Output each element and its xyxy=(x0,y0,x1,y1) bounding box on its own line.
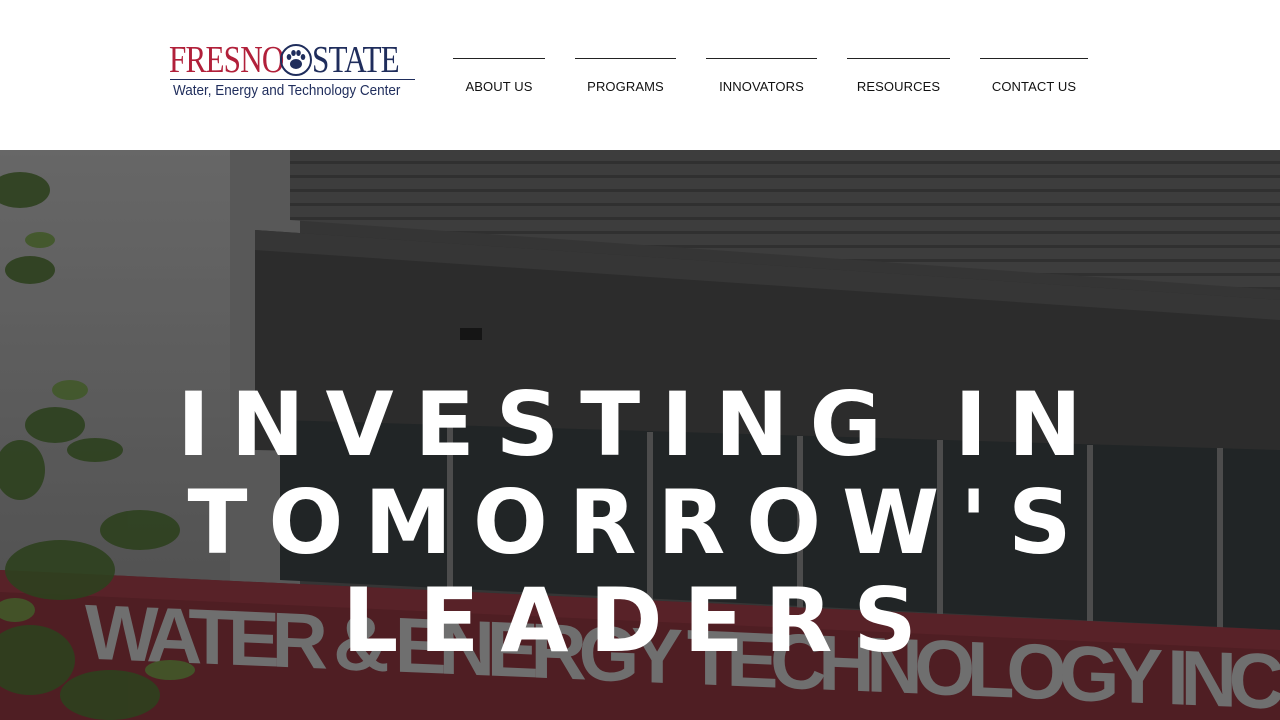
site-header: FRESNO STATE Water, Energy and Technolog… xyxy=(0,0,1280,150)
hero-banner: WATER & ENERGY TECHNOLOGY INC INVESTING … xyxy=(0,150,1280,720)
hero-headline-line-1: INVESTING IN xyxy=(177,373,1103,476)
logo-state-text: STATE xyxy=(312,39,400,81)
hero-headline-line-2: TOMORROW'S xyxy=(187,471,1093,574)
paw-print-icon xyxy=(280,44,312,76)
fresno-state-logo[interactable]: FRESNO STATE Water, Energy and Technolog… xyxy=(169,40,419,102)
logo-subtitle: Water, Energy and Technology Center xyxy=(173,82,401,99)
nav-contact-us[interactable]: CONTACT US xyxy=(980,58,1088,99)
logo-fresno-text: FRESNO xyxy=(169,39,284,81)
nav-programs[interactable]: PROGRAMS xyxy=(575,58,676,99)
nav-resources[interactable]: RESOURCES xyxy=(847,58,950,99)
nav-about-us[interactable]: ABOUT US xyxy=(453,58,545,99)
hero-headline-line-3: LEADERS xyxy=(342,569,938,672)
hero-headline: INVESTING IN TOMORROW'S LEADERS xyxy=(0,376,1280,670)
nav-innovators[interactable]: INNOVATORS xyxy=(706,58,817,99)
logo-divider xyxy=(170,79,415,80)
